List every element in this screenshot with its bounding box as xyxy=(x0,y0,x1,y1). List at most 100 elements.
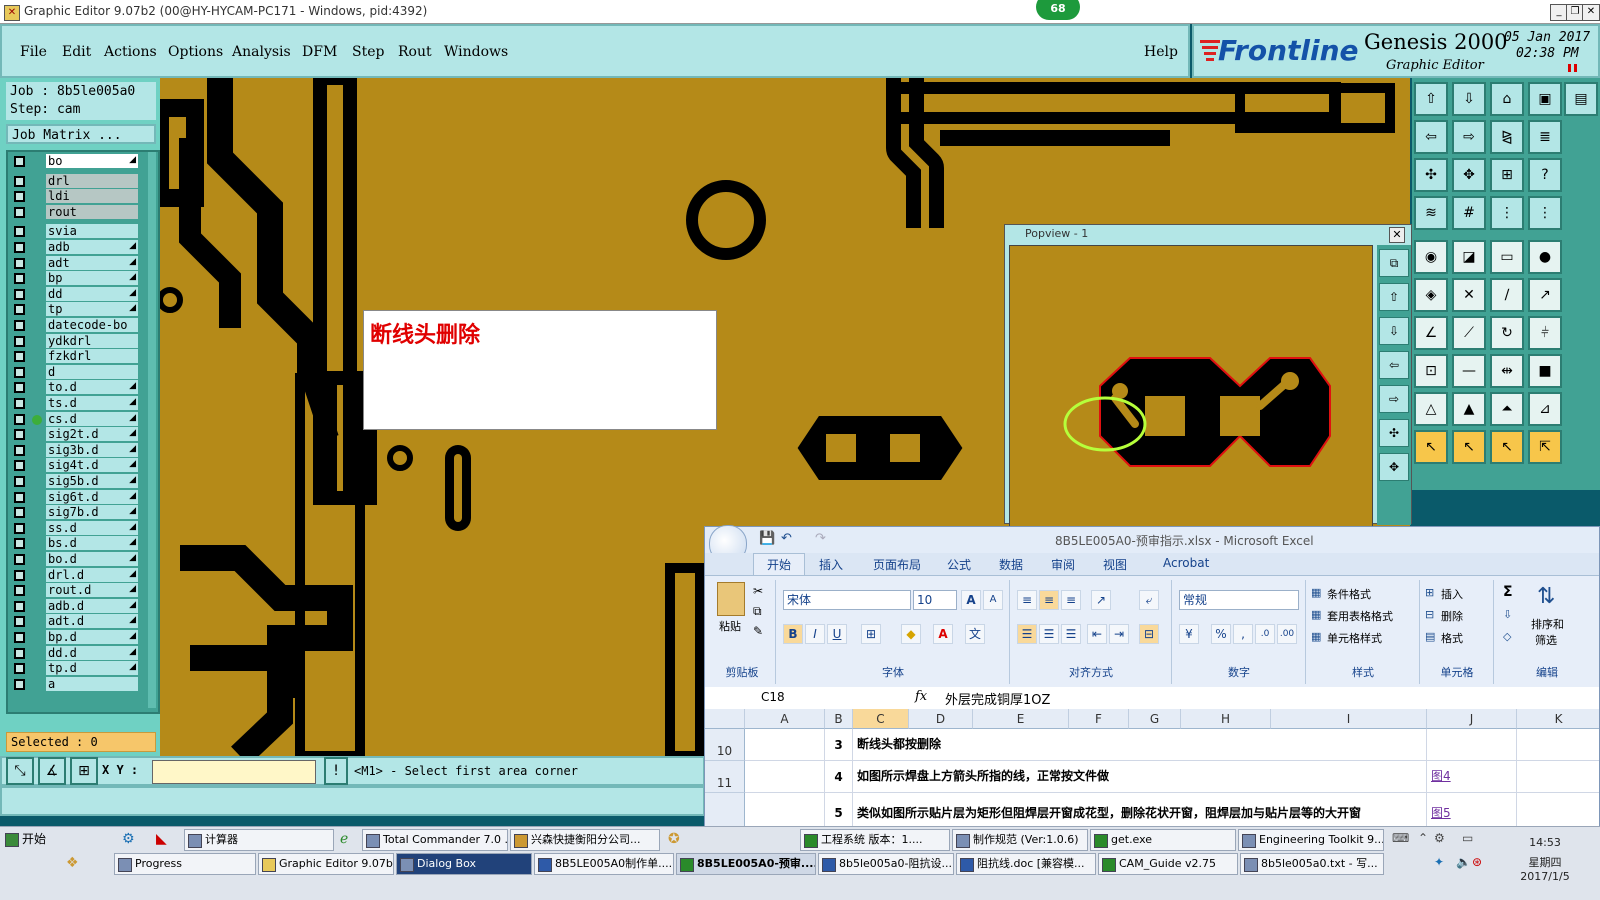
tool-bottom-icon[interactable]: ⇩ xyxy=(1452,82,1486,116)
layer-row-a[interactable]: a xyxy=(8,676,148,692)
layer-scrollbar[interactable] xyxy=(148,152,156,708)
layer-row-dd-d[interactable]: dd.d ◢ xyxy=(8,645,148,661)
tool-layers-icon[interactable]: ≋ xyxy=(1414,196,1448,230)
task-spec[interactable]: 制作规范 (Ver:1.0.6) xyxy=(952,829,1088,851)
layer-row-ss-d[interactable]: ss.d ◢ xyxy=(8,520,148,536)
col-header-f[interactable]: F xyxy=(1069,709,1129,729)
layer-checkbox[interactable] xyxy=(14,507,25,519)
xy-input[interactable] xyxy=(152,760,316,784)
font-name-select[interactable]: 宋体 xyxy=(783,590,911,610)
cell[interactable]: 4 xyxy=(825,761,853,793)
popview-fit-button[interactable]: ✣ xyxy=(1379,419,1409,447)
align-top-icon[interactable]: ≡ xyxy=(1017,590,1037,610)
row-header[interactable] xyxy=(705,793,745,827)
row-header[interactable]: 11 xyxy=(705,761,745,793)
filter-label[interactable]: 筛选 xyxy=(1535,632,1557,648)
col-header-i[interactable]: I xyxy=(1271,709,1427,729)
cell[interactable] xyxy=(745,761,825,793)
layer-checkbox[interactable] xyxy=(14,585,25,597)
tool-select3-icon[interactable]: ↖ xyxy=(1490,430,1524,464)
layer-checkbox[interactable] xyxy=(14,273,25,285)
cell[interactable]: 5 xyxy=(825,793,853,827)
redo-icon[interactable]: ↷ xyxy=(815,531,826,546)
tool-pan-icon[interactable]: ✥ xyxy=(1452,158,1486,192)
layer-row-sig4t-d[interactable]: sig4t.d ◢ xyxy=(8,458,148,473)
currency-icon[interactable]: ¥ xyxy=(1179,624,1199,644)
col-header-a[interactable]: A xyxy=(745,709,825,729)
align-middle-icon[interactable]: ≡ xyxy=(1039,590,1059,610)
menu-rout[interactable]: Rout xyxy=(398,44,432,60)
align-center-icon[interactable]: ☰ xyxy=(1039,624,1059,644)
star-icon[interactable]: ✪ xyxy=(668,831,680,847)
tool-select4-icon[interactable]: ⇱ xyxy=(1528,430,1562,464)
col-header-k[interactable]: K xyxy=(1517,709,1599,729)
popview-close-button[interactable]: ✕ xyxy=(1389,227,1405,243)
row-header[interactable]: 10 xyxy=(705,729,745,761)
cell-link[interactable]: 图4 xyxy=(1427,761,1517,793)
tool-snap-icon[interactable]: ⋮ xyxy=(1490,196,1524,230)
layer-row-tp[interactable]: tp ◢ xyxy=(8,302,148,317)
ie-icon[interactable]: ℯ xyxy=(340,831,348,847)
increase-decimal-icon[interactable]: .0 xyxy=(1255,624,1275,644)
tool-redraw-icon[interactable]: ≣ xyxy=(1528,120,1562,154)
cell[interactable] xyxy=(1517,729,1599,761)
layer-row-adt[interactable]: adt ◢ xyxy=(8,255,148,271)
menu-step[interactable]: Step xyxy=(352,44,384,60)
layer-checkbox[interactable] xyxy=(14,554,25,565)
notification-badge[interactable]: 68 xyxy=(1036,0,1080,20)
task-engineering-toolkit[interactable]: Engineering Toolkit 9.... xyxy=(1238,829,1384,851)
layer-checkbox[interactable] xyxy=(14,600,25,612)
comma-button[interactable]: , xyxy=(1233,624,1253,644)
tray-network-icon[interactable]: ▭ xyxy=(1462,831,1473,845)
tool-fit-icon[interactable]: ✣ xyxy=(1414,158,1448,192)
shrink-font-button[interactable]: A xyxy=(983,590,1003,610)
popview-up-button[interactable]: ⇧ xyxy=(1379,283,1409,311)
layer-checkbox[interactable] xyxy=(14,351,25,363)
tab-data[interactable]: 数据 xyxy=(999,556,1023,573)
orientation-icon[interactable]: ↗ xyxy=(1091,590,1111,610)
copy-icon[interactable]: ⧉ xyxy=(753,604,762,619)
task-total-commander[interactable]: Total Commander 7.0 ... xyxy=(362,829,508,851)
layer-row-to-d[interactable]: to.d ◢ xyxy=(8,380,148,395)
number-format-select[interactable]: 常规 xyxy=(1179,590,1299,610)
tool-scale-icon[interactable]: ⊞ xyxy=(1490,158,1524,192)
layer-checkbox[interactable] xyxy=(14,538,25,550)
windows-logo-icon[interactable]: ❖ xyxy=(66,855,79,871)
layer-checkbox[interactable] xyxy=(14,491,25,503)
layer-row-adt-d[interactable]: adt.d ◢ xyxy=(8,614,148,629)
tab-view[interactable]: 视图 xyxy=(1103,556,1127,573)
tool-triangle4-icon[interactable]: ⊿ xyxy=(1528,392,1562,426)
layer-row-sig3b-d[interactable]: sig3b.d ◢ xyxy=(8,442,148,458)
menu-dfm[interactable]: DFM xyxy=(302,44,337,60)
layer-checkbox[interactable] xyxy=(14,226,25,238)
layer-row-sig6t-d[interactable]: sig6t.d ◢ xyxy=(8,489,148,505)
task-production-sheet[interactable]: 8B5LE005A0制作单.... xyxy=(534,853,674,875)
popview-left-button[interactable]: ⇦ xyxy=(1379,351,1409,379)
percent-button[interactable]: % xyxy=(1211,624,1231,644)
start-button[interactable]: 开始 xyxy=(2,829,112,851)
tab-review[interactable]: 审阅 xyxy=(1051,556,1075,573)
layer-row-sig7b-d[interactable]: sig7b.d ◢ xyxy=(8,505,148,520)
tool-select-icon[interactable]: ↖ xyxy=(1414,430,1448,464)
cell[interactable] xyxy=(745,793,825,827)
cell-styles-button[interactable]: 单元格样式 xyxy=(1327,630,1382,646)
menu-windows[interactable]: Windows xyxy=(444,44,508,60)
merge-center-icon[interactable]: ⊟ xyxy=(1139,624,1159,644)
tool-slash-icon[interactable]: ⟋ xyxy=(1452,316,1486,350)
format-painter-icon[interactable]: ✎ xyxy=(753,624,763,638)
tool-square-icon[interactable]: ■ xyxy=(1528,354,1562,388)
paste-icon[interactable] xyxy=(717,582,745,616)
tool-arrow-icon[interactable]: ↗ xyxy=(1528,278,1562,312)
border-icon[interactable]: ⊞ xyxy=(861,624,881,644)
tray-settings-icon[interactable]: ⚙ xyxy=(1434,831,1445,845)
task-progress[interactable]: Progress xyxy=(114,853,256,875)
layer-row-d[interactable]: d xyxy=(8,364,148,380)
decrease-indent-icon[interactable]: ⇤ xyxy=(1087,624,1107,644)
fill-color-icon[interactable]: ◆ xyxy=(901,624,921,644)
format-button[interactable]: 格式 xyxy=(1441,630,1463,646)
layer-row-rout[interactable]: rout xyxy=(8,204,148,220)
tool-grid-icon[interactable]: # xyxy=(1452,196,1486,230)
menu-analysis[interactable]: Analysis xyxy=(232,44,291,60)
angle-icon[interactable]: ∡ xyxy=(38,757,66,785)
layer-checkbox[interactable] xyxy=(14,242,25,253)
